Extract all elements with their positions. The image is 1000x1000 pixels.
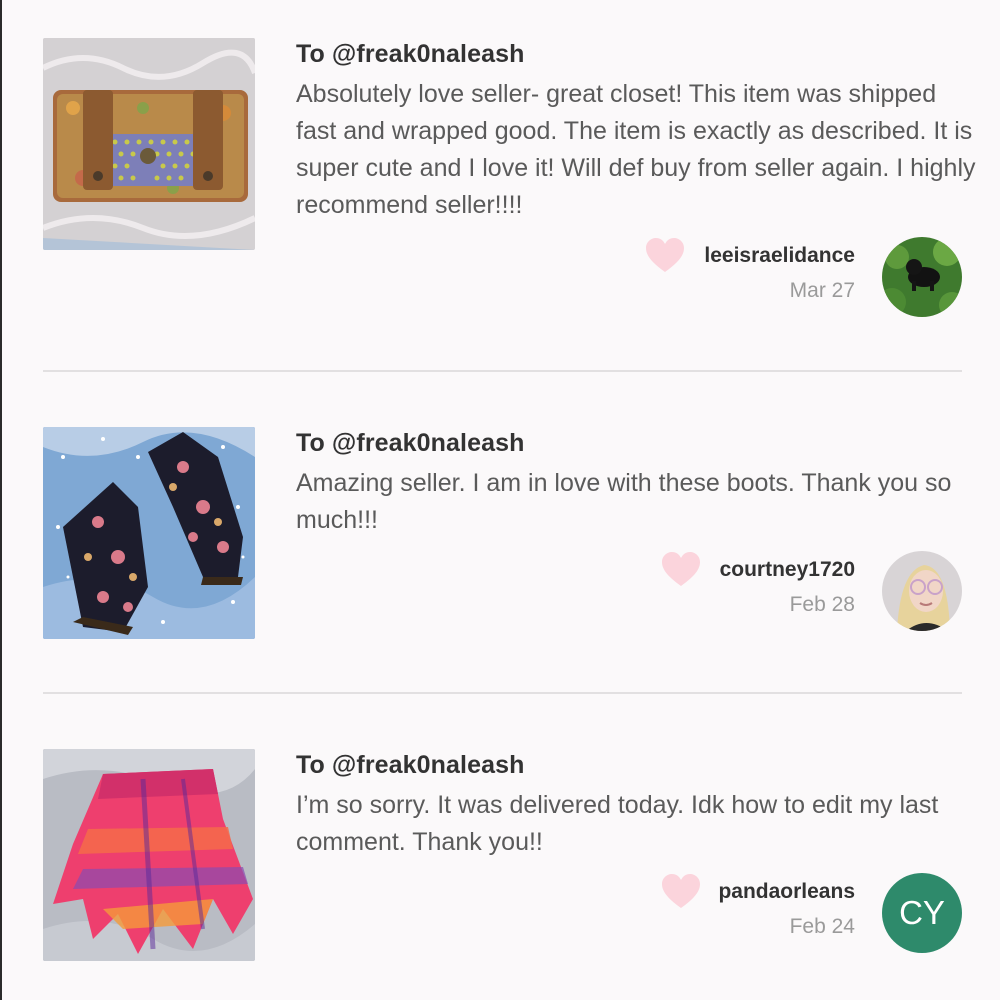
reviewer-username[interactable]: pandaorleans	[718, 880, 855, 904]
item-thumbnail[interactable]	[43, 427, 255, 639]
heart-icon[interactable]	[661, 874, 701, 910]
divider	[43, 370, 962, 372]
item-thumbnail[interactable]	[43, 749, 255, 961]
review-recipient[interactable]: To @freak0naleash	[296, 751, 524, 780]
selfie-avatar-image	[882, 551, 962, 631]
review-text: Absolutely love seller- great closet! Th…	[296, 80, 976, 219]
review-recipient[interactable]: To @freak0naleash	[296, 429, 524, 458]
floral-wallet-image	[43, 38, 255, 250]
reviews-page: To @freak0naleash Absolutely love seller…	[0, 0, 1000, 1000]
review-text: I’m so sorry. It was delivered today. Id…	[296, 791, 939, 856]
floral-boots-image	[43, 427, 255, 639]
tie-dye-skirt-image	[43, 749, 255, 961]
review-date: Mar 27	[789, 279, 855, 302]
reviewer-avatar[interactable]	[882, 237, 962, 317]
review-recipient[interactable]: To @freak0naleash	[296, 40, 524, 69]
divider	[43, 692, 962, 694]
heart-icon[interactable]	[645, 238, 685, 274]
review-date: Feb 24	[789, 915, 855, 938]
item-thumbnail[interactable]	[43, 38, 255, 250]
reviewer-username[interactable]: courtney1720	[720, 558, 855, 582]
review-text: Amazing seller. I am in love with these …	[296, 469, 952, 534]
heart-icon[interactable]	[661, 552, 701, 588]
dog-avatar-image	[882, 237, 962, 317]
reviewer-avatar[interactable]	[882, 551, 962, 631]
review-date: Feb 28	[789, 593, 855, 616]
reviewer-avatar[interactable]: CY	[882, 873, 962, 953]
reviewer-username[interactable]: leeisraelidance	[704, 244, 855, 268]
